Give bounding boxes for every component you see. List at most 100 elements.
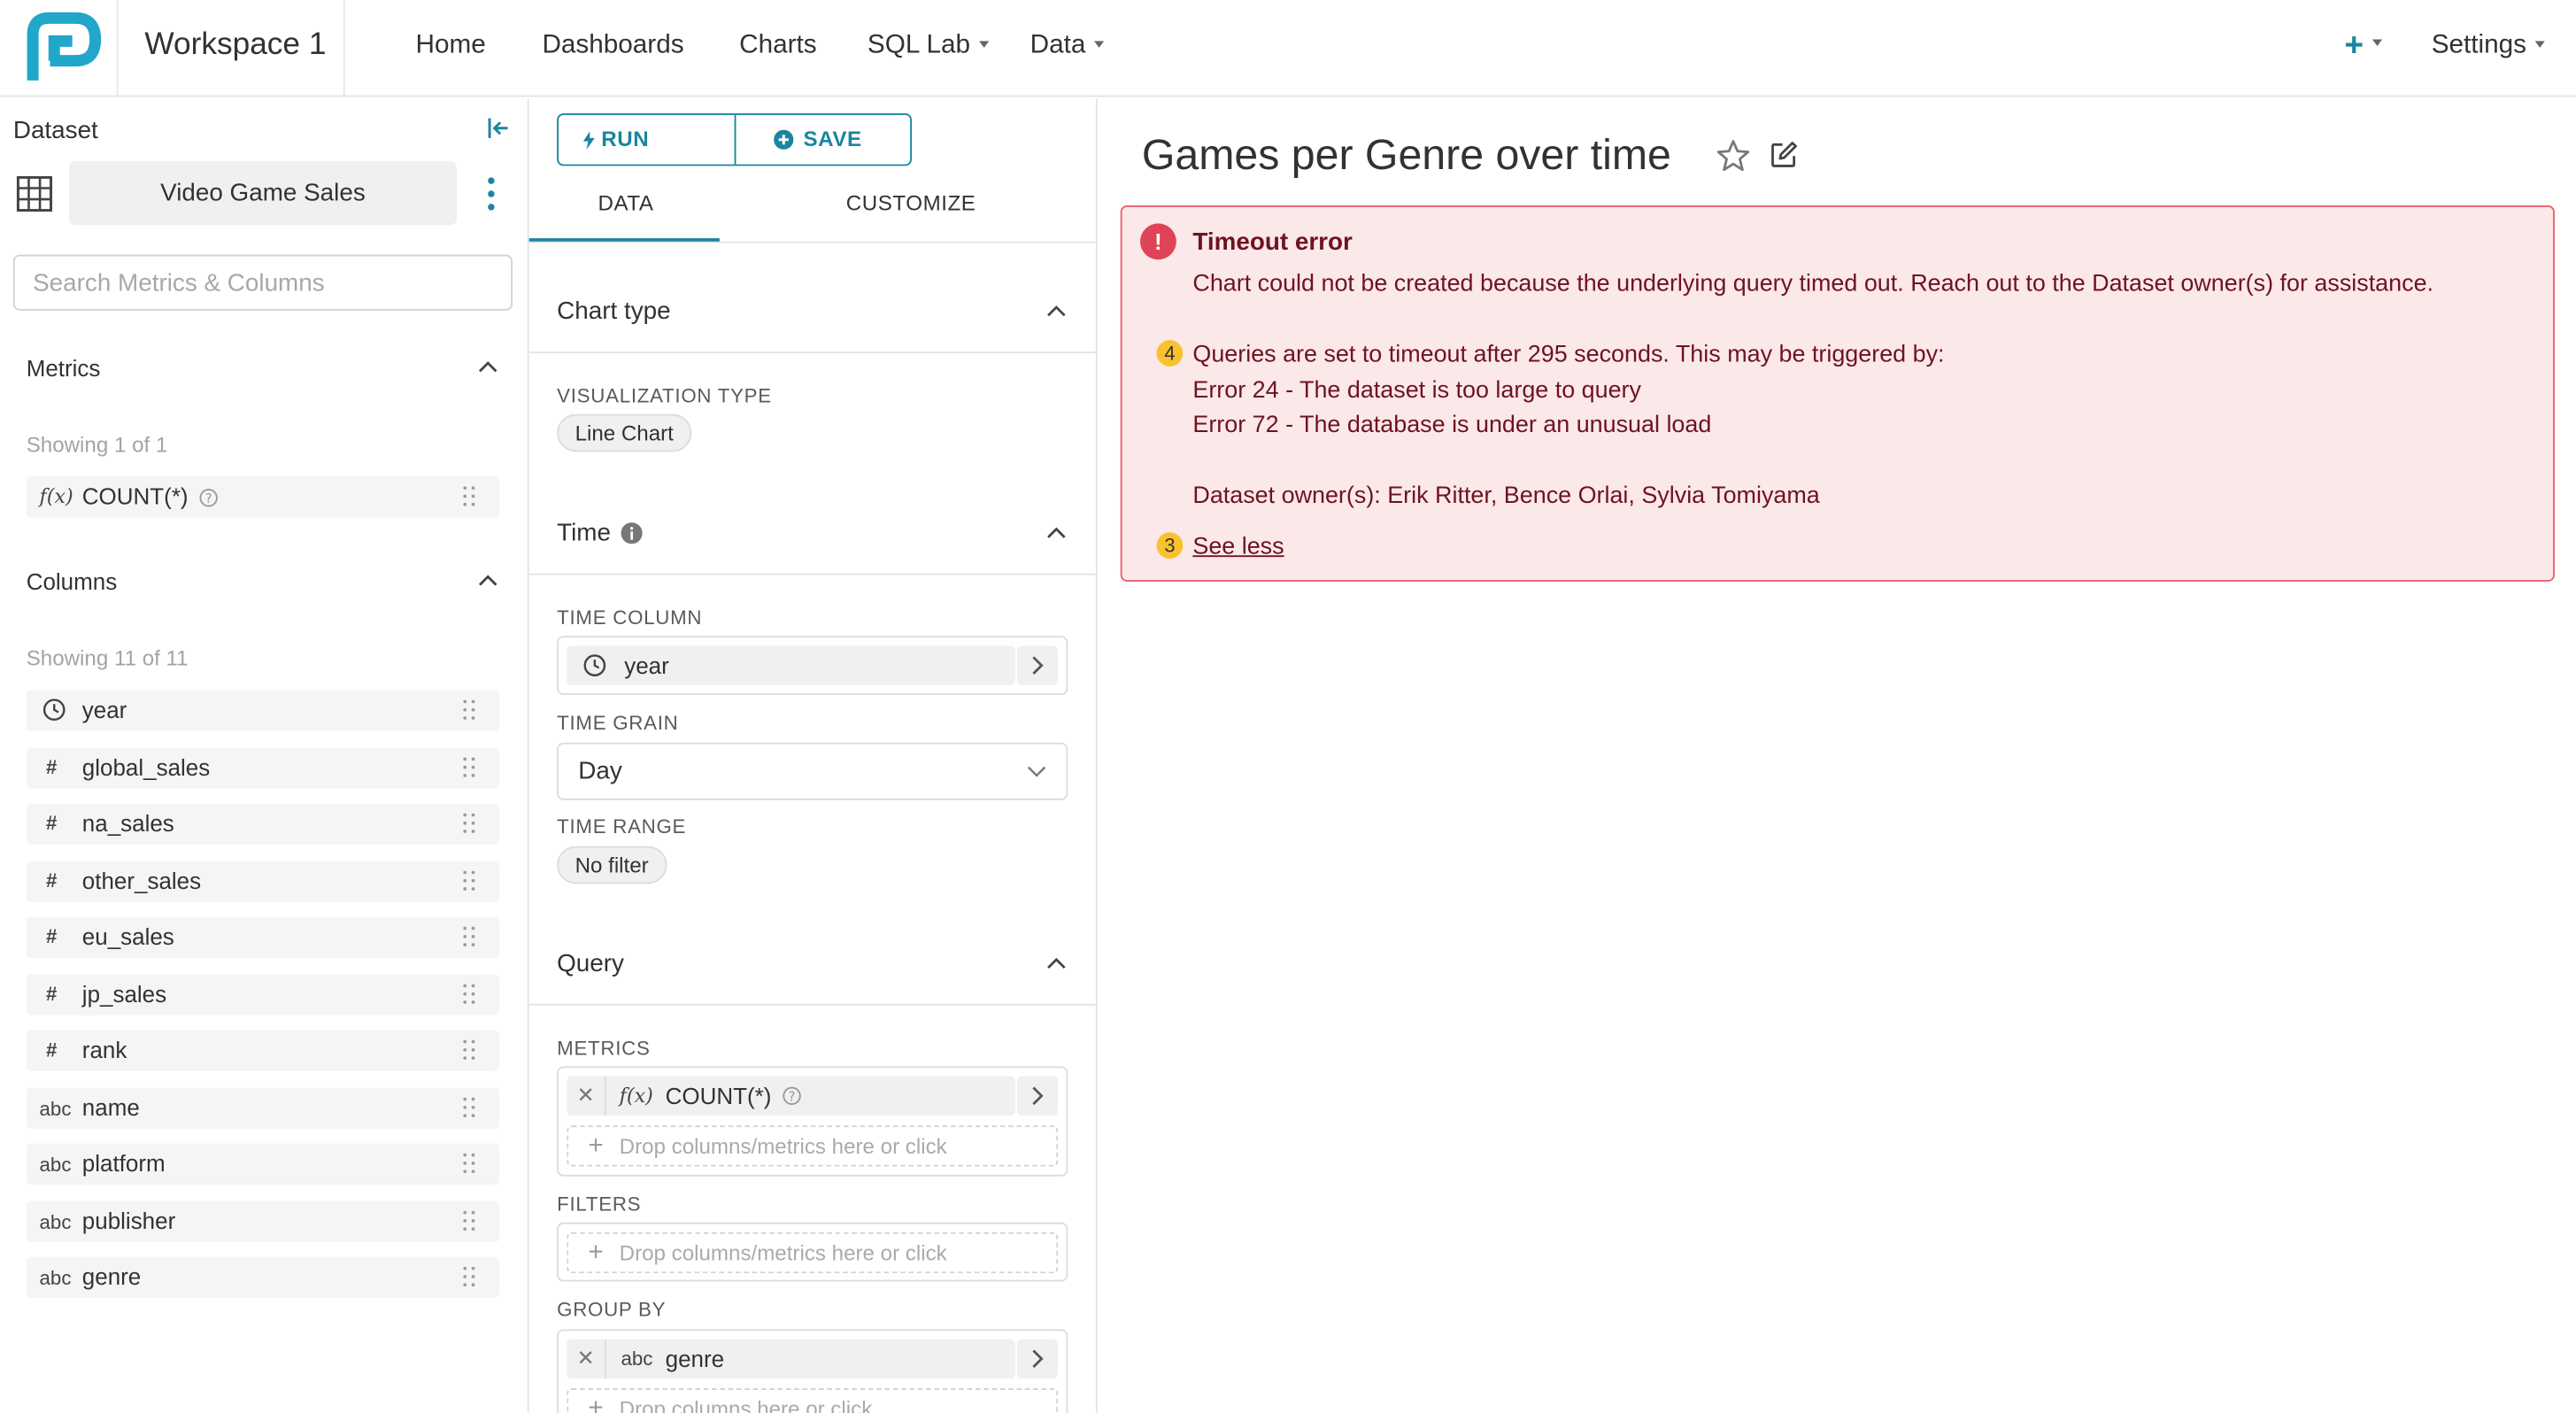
- header-divider: [343, 0, 345, 96]
- dataset-name[interactable]: Video Game Sales: [68, 160, 457, 226]
- nav-home[interactable]: Home: [416, 31, 486, 60]
- metrics-section-title[interactable]: Metrics: [27, 355, 101, 382]
- drag-handle-icon[interactable]: [463, 1039, 476, 1063]
- dataset-label: Dataset: [12, 116, 98, 145]
- numeric-type-icon: #: [45, 1038, 58, 1062]
- drag-handle-icon[interactable]: [463, 1266, 476, 1290]
- plus-circle-icon: [774, 129, 794, 150]
- column-item[interactable]: abc platform: [26, 1143, 500, 1185]
- column-item[interactable]: # rank: [26, 1030, 500, 1071]
- help-circle-icon[interactable]: ?: [199, 488, 219, 507]
- metric-value[interactable]: ✕ f(x) COUNT(*) ?: [567, 1076, 1015, 1116]
- tab-data[interactable]: DATA: [598, 190, 654, 215]
- chevron-up-icon[interactable]: [1046, 304, 1066, 317]
- drag-handle-icon[interactable]: [463, 756, 476, 780]
- star-icon[interactable]: [1716, 138, 1752, 174]
- columns-section-title[interactable]: Columns: [27, 568, 118, 595]
- kebab-menu-icon[interactable]: [488, 177, 495, 213]
- time-column-control[interactable]: year: [557, 636, 1068, 696]
- section-divider: [528, 351, 1096, 353]
- nav-home-label: Home: [415, 31, 486, 59]
- drag-handle-icon[interactable]: [463, 813, 476, 837]
- see-less-link[interactable]: See less: [1192, 534, 1284, 560]
- groupby-value[interactable]: ✕ abc genre: [567, 1339, 1015, 1379]
- chevron-up-icon[interactable]: [1046, 526, 1066, 539]
- column-item[interactable]: # other_sales: [26, 860, 500, 901]
- column-item[interactable]: year: [26, 690, 500, 731]
- tab-customize[interactable]: CUSTOMIZE: [846, 190, 976, 215]
- collapse-panel-icon[interactable]: [486, 117, 509, 140]
- plus-icon[interactable]: +: [2344, 29, 2382, 63]
- string-type-icon: abc: [39, 1266, 72, 1290]
- time-grain-caption: TIME GRAIN: [557, 711, 679, 735]
- chart-type-section-title[interactable]: Chart type: [557, 297, 670, 326]
- nav-charts[interactable]: Charts: [739, 31, 816, 60]
- metrics-caption: METRICS: [557, 1037, 651, 1060]
- edit-icon[interactable]: [1770, 140, 1799, 169]
- drag-handle-icon[interactable]: [463, 699, 476, 723]
- nav-settings[interactable]: Settings: [2432, 31, 2545, 60]
- brand-logo-icon[interactable]: [27, 12, 102, 81]
- query-section-title[interactable]: Query: [557, 950, 624, 978]
- error-message: Chart could not be created because the u…: [1192, 271, 2434, 297]
- drag-handle-icon[interactable]: [463, 926, 476, 950]
- column-name: publisher: [81, 1207, 176, 1233]
- run-label: RUN: [601, 126, 650, 151]
- column-item[interactable]: # na_sales: [26, 803, 500, 845]
- column-item[interactable]: abc genre: [26, 1256, 500, 1299]
- chart-title[interactable]: Games per Genre over time: [1142, 130, 1671, 181]
- groupby-label: genre: [665, 1345, 725, 1372]
- time-grain-select[interactable]: Day: [557, 742, 1068, 800]
- column-name: year: [81, 696, 127, 723]
- save-button[interactable]: SAVE: [774, 115, 862, 165]
- viz-type-pill[interactable]: Line Chart: [557, 413, 692, 452]
- error-detail-line: Error 24 - The dataset is too large to q…: [1192, 377, 1641, 405]
- chevron-up-icon[interactable]: [1046, 956, 1066, 969]
- metric-name: COUNT(*): [81, 483, 189, 510]
- timeout-error-alert: ! Timeout error Chart could not be creat…: [1120, 205, 2555, 582]
- chevron-right-icon[interactable]: [1016, 1076, 1059, 1116]
- groupby-dropzone[interactable]: + Drop columns here or click: [567, 1388, 1059, 1413]
- time-section-title[interactable]: Time: [557, 519, 643, 547]
- info-icon[interactable]: [621, 522, 643, 544]
- drag-handle-icon[interactable]: [463, 869, 476, 893]
- column-name: platform: [81, 1150, 166, 1177]
- column-item[interactable]: abc name: [26, 1086, 500, 1129]
- search-metrics-columns-input[interactable]: [12, 254, 513, 311]
- nav-settings-label: Settings: [2431, 31, 2527, 59]
- chevron-right-icon[interactable]: [1016, 645, 1059, 685]
- workspace-title[interactable]: Workspace 1: [144, 28, 326, 65]
- chevron-up-icon[interactable]: [478, 359, 497, 373]
- time-column-value[interactable]: year: [567, 645, 1015, 685]
- column-item[interactable]: abc publisher: [26, 1200, 500, 1242]
- time-range-pill[interactable]: No filter: [557, 845, 667, 884]
- drag-handle-icon[interactable]: [463, 1209, 476, 1233]
- metric-item[interactable]: f(x) COUNT(*) ?: [26, 476, 500, 518]
- svg-text:?: ?: [789, 1089, 796, 1104]
- column-item[interactable]: # eu_sales: [26, 916, 500, 958]
- drag-handle-icon[interactable]: [463, 486, 476, 509]
- filters-dropzone[interactable]: + Drop columns/metrics here or click: [567, 1232, 1059, 1274]
- chevron-up-icon[interactable]: [478, 574, 497, 587]
- remove-x-icon[interactable]: ✕: [567, 1339, 606, 1379]
- drag-handle-icon[interactable]: [463, 1096, 476, 1120]
- time-grain-value: Day: [578, 757, 622, 786]
- run-button[interactable]: RUN: [582, 115, 650, 165]
- nav-data[interactable]: Data: [1030, 31, 1104, 60]
- section-divider: [528, 1003, 1096, 1006]
- remove-x-icon[interactable]: ✕: [567, 1076, 606, 1116]
- caret-down-icon: [978, 40, 989, 48]
- numeric-type-icon: #: [45, 924, 58, 948]
- chevron-right-icon[interactable]: [1016, 1339, 1059, 1379]
- help-circle-icon[interactable]: ?: [782, 1086, 801, 1106]
- top-navbar: Workspace 1 Home Dashboards Charts SQL L…: [0, 0, 2576, 97]
- column-item[interactable]: # jp_sales: [26, 973, 500, 1015]
- nav-sql-lab[interactable]: SQL Lab: [868, 31, 989, 60]
- metrics-dropzone[interactable]: + Drop columns/metrics here or click: [567, 1125, 1059, 1167]
- nav-dashboards[interactable]: Dashboards: [542, 31, 683, 60]
- drag-handle-icon[interactable]: [463, 983, 476, 1007]
- column-item[interactable]: # global_sales: [26, 746, 500, 788]
- drag-handle-icon[interactable]: [463, 1153, 476, 1177]
- clock-icon: [583, 654, 606, 676]
- function-icon: f(x): [619, 1084, 653, 1108]
